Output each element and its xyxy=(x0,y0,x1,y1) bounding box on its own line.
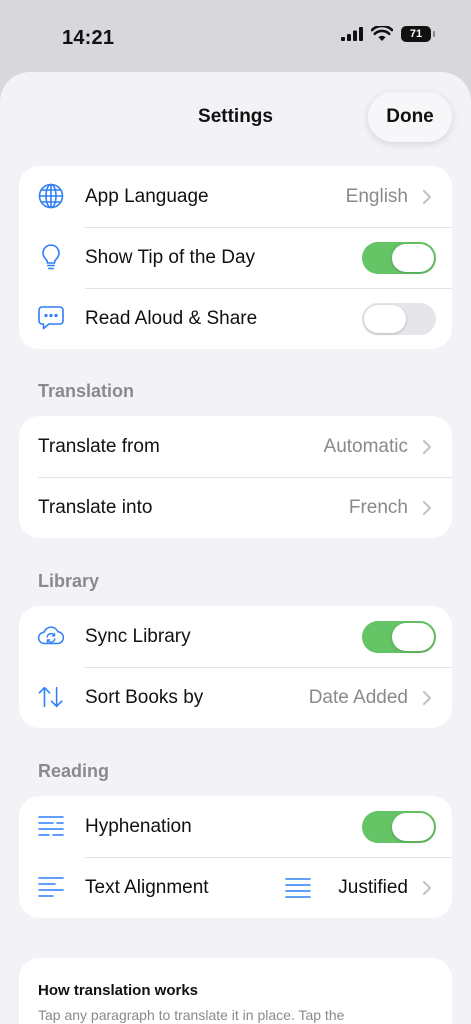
tip-of-day-toggle[interactable] xyxy=(362,242,436,274)
sort-books-row[interactable]: Sort Books by Date Added xyxy=(19,667,452,728)
settings-sheet: Settings Done App Language English Show … xyxy=(0,72,471,1024)
translation-section-header: Translation xyxy=(38,381,135,401)
status-bar: 14:21 71 xyxy=(0,0,471,72)
translation-info-card: How translation works Tap any paragraph … xyxy=(19,958,452,1024)
battery-icon: 71 xyxy=(401,26,435,42)
app-language-value: English xyxy=(345,185,408,207)
chevron-right-icon xyxy=(422,690,432,706)
lightbulb-icon xyxy=(37,243,65,271)
sort-books-value: Date Added xyxy=(308,686,408,708)
read-aloud-row: Read Aloud & Share xyxy=(19,288,452,349)
translate-into-row[interactable]: Translate into French xyxy=(19,477,452,538)
sync-library-row: Sync Library xyxy=(19,606,452,667)
wifi-icon xyxy=(371,26,393,41)
translation-settings-group: Translate from Automatic Translate into … xyxy=(19,416,452,538)
reading-settings-group: Hyphenation Text Alignment Justified xyxy=(19,796,452,918)
sort-books-label: Sort Books by xyxy=(85,686,204,708)
toggle-knob xyxy=(392,623,434,651)
status-time: 14:21 xyxy=(62,27,115,49)
tip-of-day-row: Show Tip of the Day xyxy=(19,227,452,288)
cloud-sync-icon xyxy=(37,622,65,650)
speech-bubble-icon xyxy=(37,304,65,332)
hyphenation-label: Hyphenation xyxy=(85,815,192,837)
globe-icon xyxy=(37,182,65,210)
cellular-signal-icon xyxy=(341,27,363,41)
translate-from-value: Automatic xyxy=(323,435,408,457)
hyphenation-icon xyxy=(37,812,65,840)
app-language-row[interactable]: App Language English xyxy=(19,166,452,227)
text-align-icon xyxy=(37,873,65,901)
translate-from-row[interactable]: Translate from Automatic xyxy=(19,416,452,477)
translate-into-value: French xyxy=(348,496,408,518)
info-text: Tap any paragraph to translate it in pla… xyxy=(38,1007,345,1023)
read-aloud-toggle[interactable] xyxy=(362,303,436,335)
sync-library-label: Sync Library xyxy=(85,625,191,647)
chevron-right-icon xyxy=(422,189,432,205)
sort-arrows-icon xyxy=(37,683,65,711)
reading-section-header: Reading xyxy=(38,761,110,781)
battery-level: 71 xyxy=(409,28,423,40)
toggle-knob xyxy=(392,244,434,272)
status-icons: 71 xyxy=(341,26,435,42)
sync-library-toggle[interactable] xyxy=(362,621,436,653)
translate-from-label: Translate from xyxy=(38,435,160,457)
tip-of-day-label: Show Tip of the Day xyxy=(85,246,256,268)
library-settings-group: Sync Library Sort Books by Date Added xyxy=(19,606,452,728)
info-title: How translation works xyxy=(38,982,199,999)
library-section-header: Library xyxy=(38,571,100,591)
hyphenation-toggle[interactable] xyxy=(362,811,436,843)
done-button[interactable]: Done xyxy=(368,92,452,142)
hyphenation-row: Hyphenation xyxy=(19,796,452,857)
justify-icon xyxy=(285,878,311,898)
app-language-label: App Language xyxy=(85,185,209,207)
text-alignment-value: Justified xyxy=(338,876,408,898)
general-settings-group: App Language English Show Tip of the Day xyxy=(19,166,452,349)
chevron-right-icon xyxy=(422,880,432,896)
chevron-right-icon xyxy=(422,500,432,516)
read-aloud-label: Read Aloud & Share xyxy=(85,307,258,329)
toggle-knob xyxy=(392,813,434,841)
chevron-right-icon xyxy=(422,439,432,455)
toggle-knob xyxy=(364,305,406,333)
translate-into-label: Translate into xyxy=(38,496,153,518)
text-alignment-row[interactable]: Text Alignment Justified xyxy=(19,857,452,918)
text-alignment-label: Text Alignment xyxy=(85,876,209,898)
